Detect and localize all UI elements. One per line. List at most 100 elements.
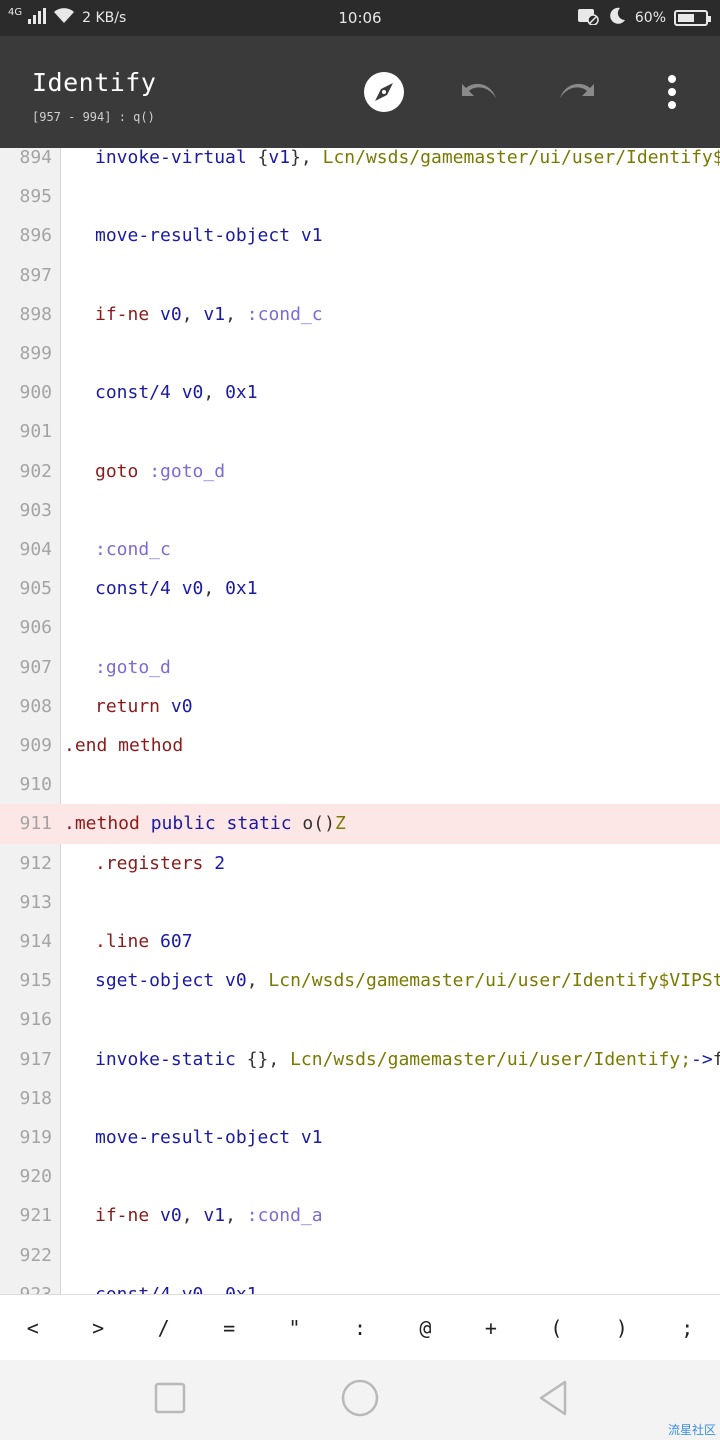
code-text: .line 607 <box>95 922 193 961</box>
code-token: if-ne <box>95 303 161 325</box>
code-token: v1 <box>268 148 291 168</box>
code-line[interactable]: 912 .registers 2 <box>0 844 720 883</box>
symbol-key[interactable]: = <box>196 1295 261 1361</box>
line-number: 911 <box>19 813 52 835</box>
code-line[interactable]: 910 <box>0 765 720 804</box>
code-line[interactable]: 922 <box>0 1236 720 1275</box>
line-number: 914 <box>19 931 52 952</box>
code-token: , <box>246 970 269 992</box>
code-line[interactable]: 913 <box>0 883 720 922</box>
code-editor[interactable]: 894 invoke-virtual {v1}, Lcn/wsds/gamemas… <box>0 148 720 1294</box>
code-line[interactable]: 906 <box>0 608 720 647</box>
code-token: , <box>225 1205 247 1227</box>
code-line[interactable]: 920 <box>0 1157 720 1196</box>
code-line[interactable]: 907 :goto_d <box>0 648 720 687</box>
symbol-key[interactable]: > <box>65 1295 130 1361</box>
code-line[interactable]: 902 goto :goto_d <box>0 452 720 491</box>
code-line[interactable]: 914 .line 607 <box>0 922 720 961</box>
code-line[interactable]: 903 <box>0 491 720 530</box>
symbol-key[interactable]: @ <box>393 1295 458 1361</box>
line-number: 907 <box>19 656 52 678</box>
code-line[interactable]: 894 invoke-virtual {v1}, Lcn/wsds/gamemas… <box>0 148 720 177</box>
status-right: 60% <box>577 0 711 36</box>
code-token: v1 <box>203 303 226 325</box>
code-line[interactable]: 919 move-result-object v1 <box>0 1118 720 1157</box>
code-line[interactable]: 908 return v0 <box>0 687 720 726</box>
redo-button[interactable] <box>554 72 598 116</box>
moon-icon <box>607 6 627 30</box>
symbol-key[interactable]: / <box>131 1295 196 1361</box>
symbol-key[interactable]: < <box>0 1295 65 1361</box>
file-title: Identify <box>32 68 157 97</box>
redo-icon <box>554 78 598 110</box>
code-token: 0x1 <box>225 1284 258 1294</box>
home-button[interactable] <box>335 1378 385 1422</box>
line-number: 902 <box>19 460 52 482</box>
code-text: goto :goto_d <box>95 452 225 491</box>
more-options-button[interactable] <box>650 72 694 116</box>
line-number: 913 <box>19 891 52 913</box>
code-token: :cond_a <box>246 1205 323 1227</box>
code-token: v0 <box>160 303 182 325</box>
code-line[interactable]: 911 .method public static o()Z <box>0 804 720 844</box>
code-token: .line <box>95 931 161 952</box>
code-line[interactable]: 898 if-ne v0, v1, :cond_c <box>0 295 720 334</box>
line-number: 894 <box>19 148 52 168</box>
symbol-key[interactable]: " <box>262 1295 327 1361</box>
code-line[interactable]: 899 <box>0 334 720 373</box>
symbol-key[interactable]: + <box>458 1295 523 1361</box>
code-text: :goto_d <box>95 648 171 687</box>
code-line[interactable]: 916 <box>0 1000 720 1039</box>
code-token: 607 <box>160 931 193 952</box>
undo-button[interactable] <box>458 72 502 116</box>
code-text: move-result-object v1 <box>95 1118 323 1157</box>
more-vert-icon <box>667 75 677 113</box>
code-token: Lcn/wsds/gamemaster/ui/user/Identify$c; <box>322 148 720 168</box>
code-token: :goto_d <box>149 460 226 482</box>
code-token: { <box>257 148 269 168</box>
code-line[interactable]: 917 invoke-static {}, Lcn/wsds/gamemaster… <box>0 1040 720 1079</box>
code-text: move-result-object v1 <box>95 216 323 255</box>
code-line[interactable]: 900 const/4 v0, 0x1 <box>0 373 720 412</box>
code-token: invoke-virtual <box>95 148 258 168</box>
code-line[interactable]: 915 sget-object v0, Lcn/wsds/gamemaster/u… <box>0 961 720 1000</box>
symbol-key[interactable]: ; <box>655 1295 720 1361</box>
symbol-key[interactable]: ( <box>524 1295 589 1361</box>
code-text: invoke-static {}, Lcn/wsds/gamemaster/ui… <box>95 1040 720 1079</box>
code-token: return <box>95 695 171 717</box>
watermark: 流星社区 <box>667 1423 716 1437</box>
line-number: 899 <box>19 343 52 364</box>
code-line[interactable]: 918 <box>0 1079 720 1118</box>
code-token: const/4 <box>95 1284 182 1294</box>
code-token: v0 <box>170 695 193 717</box>
code-line[interactable]: 909 .end method <box>0 726 720 765</box>
line-number: 895 <box>19 186 52 208</box>
code-line[interactable]: 904:cond_c <box>0 530 720 569</box>
compass-icon <box>363 71 405 117</box>
back-button[interactable] <box>528 1378 578 1422</box>
line-number: 901 <box>19 421 52 443</box>
code-token: v1 <box>300 225 323 247</box>
code-line[interactable]: 895 <box>0 177 720 216</box>
code-text: const/4 v0, 0x1 <box>95 569 258 608</box>
code-line[interactable]: 905 const/4 v0, 0x1 <box>0 569 720 608</box>
code-text: if-ne v0, v1, :cond_c <box>95 295 323 334</box>
navigate-button[interactable] <box>362 72 406 116</box>
code-text: .registers 2 <box>95 844 225 883</box>
recent-apps-button[interactable] <box>145 1378 195 1422</box>
code-token: , <box>203 578 226 600</box>
symbol-key[interactable]: : <box>327 1295 392 1361</box>
code-line[interactable]: 897 <box>0 256 720 295</box>
code-token: 0x1 <box>225 382 258 404</box>
code-token: 0x1 <box>225 578 258 600</box>
status-bar: 4G 2 KB/s 10:06 60% <box>0 0 720 36</box>
code-line[interactable]: 901 <box>0 412 720 451</box>
code-line[interactable]: 896 move-result-object v1 <box>0 216 720 255</box>
symbol-key[interactable]: ) <box>589 1295 654 1361</box>
code-line[interactable]: 921 if-ne v0, v1, :cond_a <box>0 1196 720 1235</box>
code-line[interactable]: 923 const/4 v0, 0x1 <box>0 1275 720 1294</box>
line-number: 922 <box>19 1244 52 1266</box>
code-token: :goto_d <box>95 656 171 678</box>
code-token: {}, <box>246 1048 291 1070</box>
code-token: const/4 <box>95 382 182 404</box>
